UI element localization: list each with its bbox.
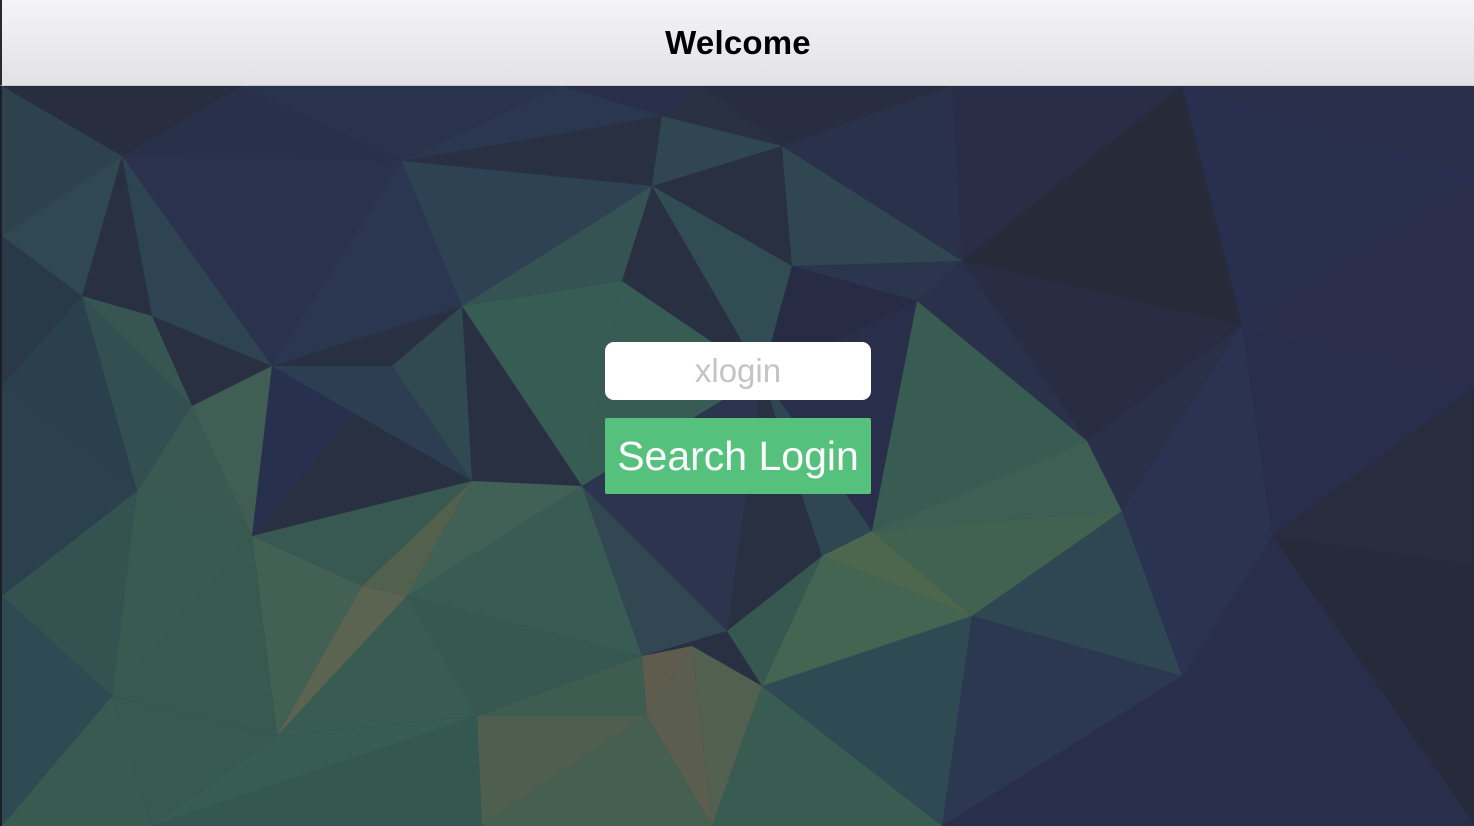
login-form: Search Login (605, 342, 871, 494)
navigation-bar: Welcome (0, 0, 1474, 86)
login-input[interactable] (605, 342, 871, 400)
search-login-button[interactable]: Search Login (605, 418, 871, 494)
page-title: Welcome (665, 23, 811, 61)
app-window: Welcome xlogin Search Login (0, 0, 1474, 826)
